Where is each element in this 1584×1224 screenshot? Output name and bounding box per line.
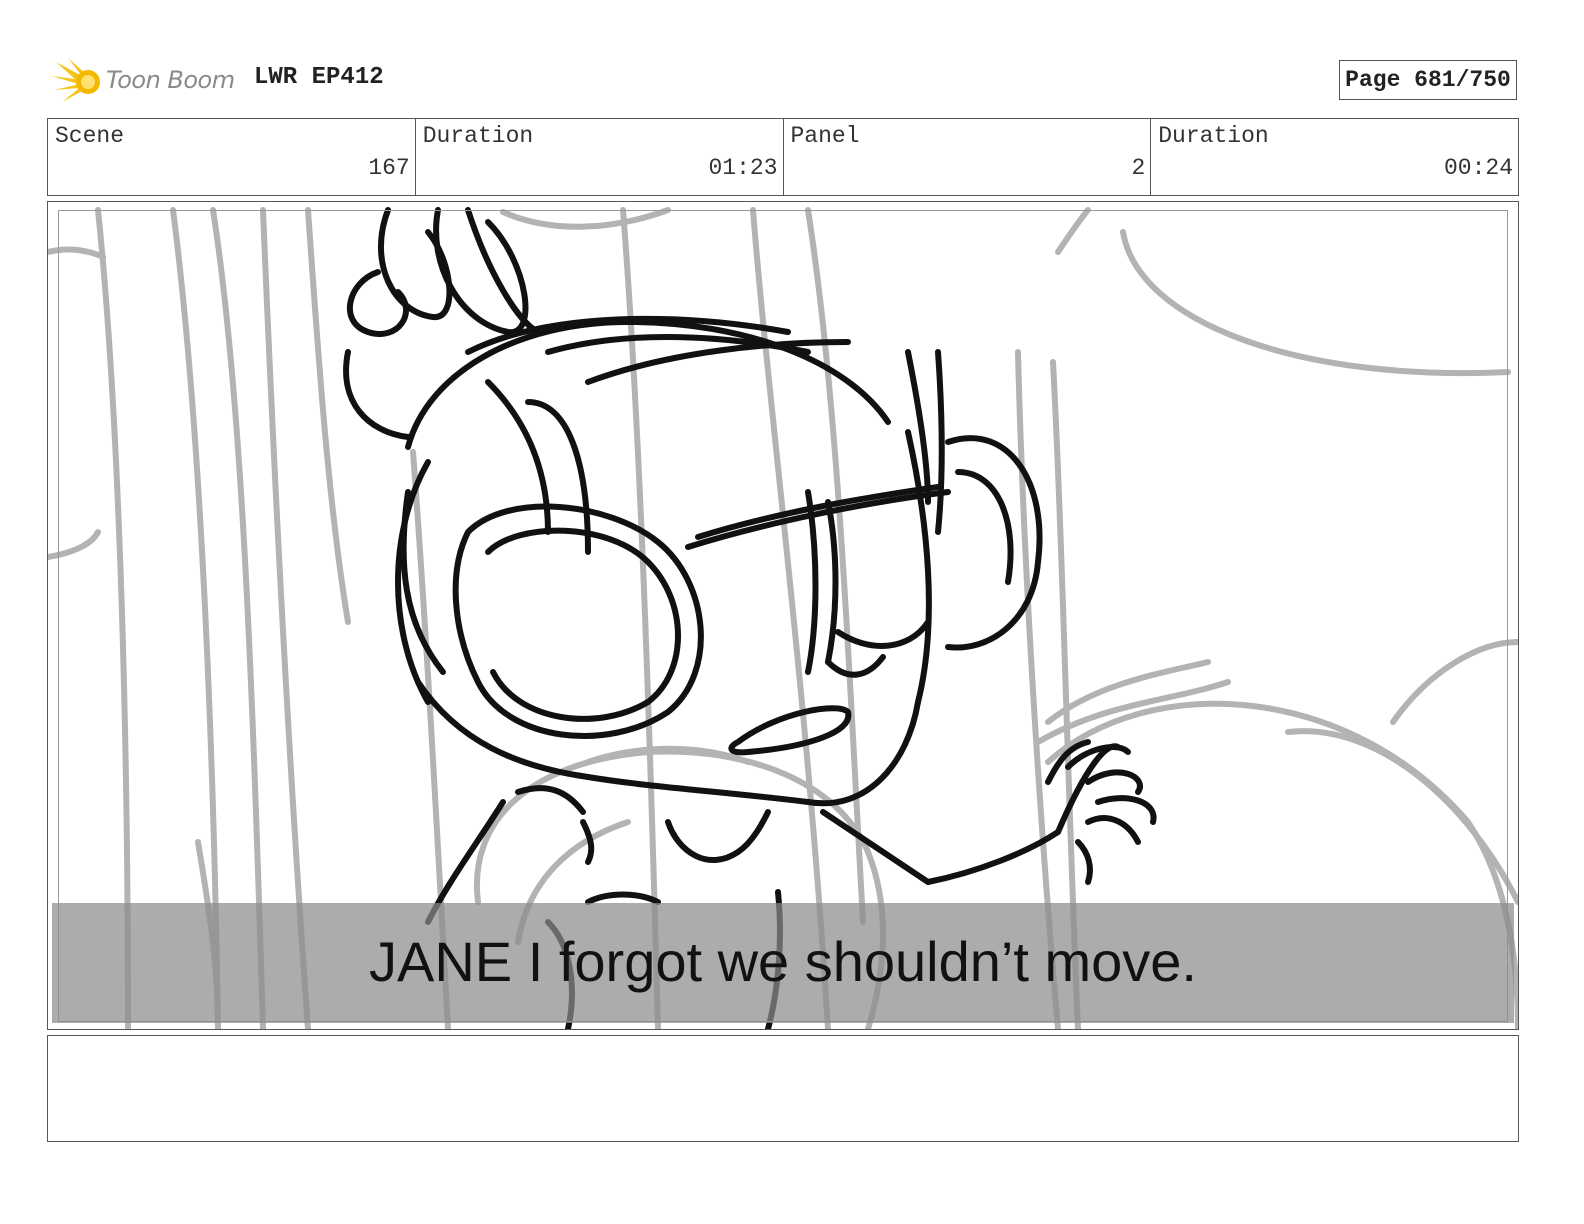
panel-duration-cell: Duration 00:24 — [1151, 119, 1518, 195]
scene-duration-label: Duration — [422, 123, 534, 149]
scene-info-row: Scene 167 Duration 01:23 Panel 2 Duratio… — [47, 118, 1519, 196]
panel-label: Panel — [790, 123, 860, 149]
panel-duration-value: 00:24 — [1443, 155, 1513, 181]
dialogue-caption: JANE I forgot we shouldn’t move. — [369, 930, 1197, 993]
scene-cell: Scene 167 — [48, 119, 416, 195]
scene-duration-cell: Duration 01:23 — [416, 119, 784, 195]
panel-duration-label: Duration — [1158, 123, 1269, 149]
scene-value: 167 — [368, 155, 410, 181]
scene-label: Scene — [55, 123, 125, 149]
action-notes-box[interactable] — [47, 1035, 1519, 1142]
project-title: LWR EP412 — [254, 64, 384, 91]
starburst-icon — [52, 58, 100, 102]
page-indicator: Page 681/750 — [1339, 60, 1517, 100]
panel-value: 2 — [1131, 155, 1146, 181]
caption-bar: JANE I forgot we shouldn’t move. — [52, 903, 1514, 1023]
panel-cell: Panel 2 — [784, 119, 1152, 195]
toon-boom-logo: Toon Boom — [52, 56, 242, 108]
scene-duration-value: 01:23 — [708, 155, 778, 181]
storyboard-panel: JANE I forgot we shouldn’t move. — [47, 201, 1519, 1030]
logo-text: Toon Boom — [106, 66, 235, 94]
